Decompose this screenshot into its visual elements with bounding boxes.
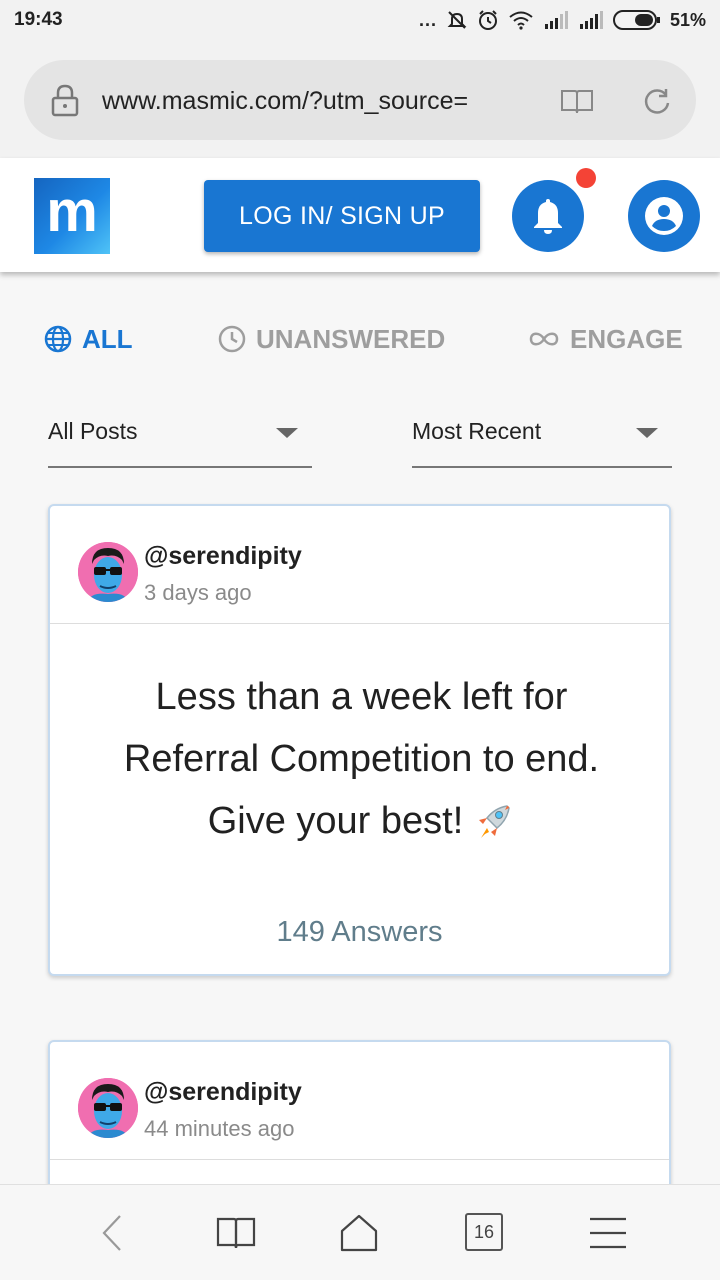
- post-author[interactable]: @serendipity: [144, 542, 302, 571]
- avatar[interactable]: [78, 1078, 138, 1138]
- address-bar[interactable]: www.masmic.com/?utm_source=: [24, 60, 696, 140]
- dropdown-arrow-icon: [636, 428, 658, 438]
- tab-engage-label: ENGAGE: [570, 323, 683, 354]
- bookmarks-button[interactable]: [216, 1213, 256, 1253]
- tab-unanswered-label: UNANSWERED: [256, 323, 446, 354]
- reader-mode-icon[interactable]: [560, 87, 594, 115]
- post-title-last-line: Give your best!: [70, 790, 653, 852]
- signal-icon-2: [579, 11, 603, 29]
- answers-count-link[interactable]: 149 Answers: [50, 916, 669, 949]
- avatar-image: [78, 1078, 138, 1138]
- rocket-emoji-icon: [479, 805, 511, 838]
- tabs-count-button[interactable]: 16: [465, 1213, 503, 1251]
- post-title-line: Give your best!: [207, 800, 464, 842]
- home-button[interactable]: [339, 1213, 379, 1253]
- account-circle-icon: [645, 197, 683, 235]
- alarm-icon: [478, 10, 497, 30]
- status-time: 19:43: [14, 9, 63, 30]
- notifications-button[interactable]: [512, 180, 584, 252]
- post-title-line: Less than a week left for: [155, 676, 568, 718]
- browser-bottom-nav: 16: [0, 1184, 720, 1280]
- app-header: m LOG IN/ SIGN UP: [0, 158, 720, 272]
- posts-filter-value: All Posts: [48, 418, 138, 444]
- sort-select[interactable]: Most Recent: [412, 400, 672, 468]
- battery-icon: [612, 10, 660, 30]
- notification-badge: [576, 168, 596, 188]
- battery-percent: 51%: [669, 9, 706, 30]
- posts-filter-select[interactable]: All Posts: [48, 400, 312, 468]
- post-time: 44 minutes ago: [144, 1116, 295, 1141]
- signal-icon: [544, 11, 568, 29]
- sort-value: Most Recent: [412, 418, 542, 444]
- post-title-line: Referral Competition to end.: [123, 738, 600, 780]
- chevron-left-icon: [102, 1215, 121, 1251]
- status-bar: 19:43 ... 51%: [0, 0, 720, 40]
- login-signup-button[interactable]: LOG IN/ SIGN UP: [204, 180, 480, 252]
- tab-engage[interactable]: ENGAGE: [528, 322, 683, 356]
- bell-icon: [534, 199, 562, 234]
- menu-button[interactable]: [588, 1213, 628, 1253]
- browser-toolbar: www.masmic.com/?utm_source=: [0, 40, 720, 158]
- logo-letter: m: [46, 179, 98, 244]
- url-text[interactable]: www.masmic.com/?utm_source=: [102, 87, 542, 116]
- home-icon: [340, 1214, 378, 1252]
- status-icons: ... 51%: [419, 8, 706, 32]
- book-icon: [216, 1217, 256, 1249]
- post-author[interactable]: @serendipity: [144, 1078, 302, 1107]
- hamburger-menu-icon: [590, 1217, 626, 1249]
- avatar-image: [78, 542, 138, 602]
- post-title[interactable]: Less than a week left for Referral Compe…: [70, 666, 653, 852]
- tab-all-label: ALL: [82, 323, 133, 354]
- back-button[interactable]: [92, 1213, 132, 1253]
- profile-button[interactable]: [628, 180, 700, 252]
- infinity-icon: [529, 332, 559, 346]
- post-header: @serendipity 44 minutes ago: [50, 1042, 669, 1160]
- post-time: 3 days ago: [144, 580, 252, 605]
- mute-notifications-icon: [447, 11, 467, 29]
- globe-icon: [44, 325, 72, 353]
- more-dots-icon: ...: [418, 9, 437, 30]
- dropdown-arrow-icon: [276, 428, 298, 438]
- masmic-logo[interactable]: m: [34, 178, 110, 254]
- tab-all[interactable]: ALL: [44, 322, 133, 356]
- lock-icon: [51, 84, 79, 117]
- tab-unanswered[interactable]: UNANSWERED: [218, 322, 445, 356]
- post-header: @serendipity 3 days ago: [50, 506, 669, 624]
- post-card[interactable]: @serendipity 3 days ago Less than a week…: [48, 504, 671, 976]
- avatar[interactable]: [78, 542, 138, 602]
- wifi-icon: [509, 11, 533, 30]
- reload-icon[interactable]: [642, 86, 672, 116]
- clock-icon: [218, 325, 246, 353]
